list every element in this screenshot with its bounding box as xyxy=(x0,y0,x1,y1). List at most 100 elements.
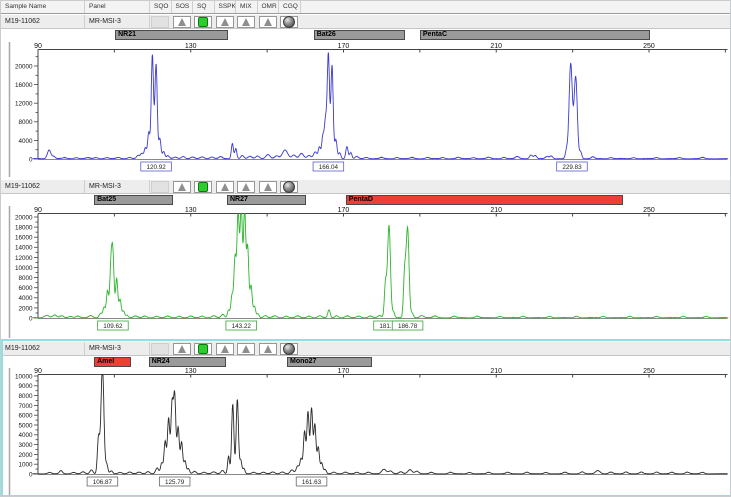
peak-label[interactable]: 106.87 xyxy=(87,477,118,486)
y-tick-label: 7000 xyxy=(18,403,33,410)
review-circle-icon xyxy=(283,181,295,193)
column-header-cgq[interactable]: CGQ xyxy=(279,1,301,13)
x-tick-label: 130 xyxy=(185,207,197,214)
sspk-flag-button[interactable] xyxy=(216,343,234,355)
warning-triangle-icon xyxy=(242,345,250,353)
pass-square-icon xyxy=(198,17,208,27)
sos-flag-button[interactable] xyxy=(173,343,191,355)
panel-name[interactable]: MR-MSI-3 xyxy=(85,180,150,193)
y-tick-label: 12000 xyxy=(15,255,33,262)
marker-label: Bat26 xyxy=(315,31,404,39)
omr-flag-button[interactable] xyxy=(259,16,277,28)
x-tick-label: 130 xyxy=(185,43,197,50)
marker-bar-bat26[interactable]: Bat26 xyxy=(314,30,405,40)
y-tick-label: 18000 xyxy=(15,225,33,232)
y-tick-label: 8000 xyxy=(18,119,33,126)
y-tick-label: 4000 xyxy=(18,432,33,439)
marker-row: NR21 Bat26 PentaC xyxy=(1,29,731,42)
y-tick-label: 10000 xyxy=(15,373,33,380)
sspk-flag-button[interactable] xyxy=(216,16,234,28)
sq-flag-button[interactable] xyxy=(194,181,212,193)
warning-triangle-icon xyxy=(221,345,229,353)
warning-triangle-icon xyxy=(242,183,250,191)
marker-bar-nr24[interactable]: NR24 xyxy=(149,357,226,367)
svg-text:109.62: 109.62 xyxy=(103,323,123,330)
sample-name[interactable]: M19-11062 xyxy=(1,180,85,193)
y-tick-label: 1000 xyxy=(18,462,33,469)
marker-bar-pentac[interactable]: PentaC xyxy=(420,30,651,40)
sample-row[interactable]: M19-11062 MR-MSI-3 xyxy=(1,341,731,356)
svg-text:143.22: 143.22 xyxy=(232,323,252,330)
y-tick-label: 2000 xyxy=(18,452,33,459)
column-header-sqo[interactable]: SQO xyxy=(150,1,172,13)
mix-flag-button[interactable] xyxy=(237,16,255,28)
warning-triangle-icon xyxy=(264,345,272,353)
marker-bar-mono27[interactable]: Mono27 xyxy=(287,357,372,367)
peak-label[interactable]: 143.22 xyxy=(226,321,257,330)
sqo-flag-empty xyxy=(151,343,169,355)
electropherogram-chart-blue[interactable]: 9013017021025004000800012000160002000012… xyxy=(1,42,731,177)
column-header-omr[interactable]: OMR xyxy=(258,1,280,13)
sample-name[interactable]: M19-11062 xyxy=(1,15,85,28)
column-header-sos[interactable]: SOS xyxy=(172,1,194,13)
sample-panel-green: M19-11062 MR-MSI-3 Bat25NR27PentaD 90130… xyxy=(1,179,731,338)
x-tick-label: 210 xyxy=(490,368,502,375)
marker-label: Bat25 xyxy=(95,196,172,204)
column-header-panel[interactable]: Panel xyxy=(85,1,150,13)
y-tick-label: 0 xyxy=(29,471,33,478)
cgq-flag-button[interactable] xyxy=(280,181,298,193)
marker-bar-pentad[interactable]: PentaD xyxy=(346,195,623,205)
sos-flag-button[interactable] xyxy=(173,16,191,28)
peak-label[interactable]: 125.79 xyxy=(159,477,190,486)
sspk-flag-button[interactable] xyxy=(216,181,234,193)
x-tick-label: 90 xyxy=(34,43,42,50)
y-tick-label: 6000 xyxy=(18,285,33,292)
omr-flag-button[interactable] xyxy=(259,343,277,355)
pass-square-icon xyxy=(198,344,208,354)
quality-flags xyxy=(150,15,301,28)
column-header-sample-name[interactable]: Sample Name xyxy=(1,1,85,13)
marker-bar-bat25[interactable]: Bat25 xyxy=(94,195,173,205)
x-tick-label: 130 xyxy=(185,368,197,375)
svg-text:186.78: 186.78 xyxy=(398,323,418,330)
marker-bar-amel[interactable]: Amel xyxy=(94,357,131,367)
y-tick-label: 12000 xyxy=(15,101,33,108)
omr-flag-button[interactable] xyxy=(259,181,277,193)
electropherogram-chart-black[interactable]: 9013017021025001000200030004000500060007… xyxy=(1,368,731,496)
peak-label[interactable]: 109.62 xyxy=(98,321,129,330)
sample-row[interactable]: M19-11062 MR-MSI-3 xyxy=(1,179,731,194)
peak-label[interactable]: 229.83 xyxy=(557,162,588,171)
svg-text:106.87: 106.87 xyxy=(93,479,113,486)
column-header-sq[interactable]: SQ xyxy=(193,1,215,13)
peak-label[interactable]: 166.04 xyxy=(313,162,344,171)
marker-bar-nr27[interactable]: NR27 xyxy=(227,195,306,205)
msi-analysis-window: Sample Name Panel SQO SOS SQ SSPK MIX OM… xyxy=(0,0,731,497)
cgq-flag-button[interactable] xyxy=(280,16,298,28)
y-tick-label: 8000 xyxy=(18,275,33,282)
marker-bar-nr21[interactable]: NR21 xyxy=(115,30,228,40)
sqo-flag-empty xyxy=(151,181,169,193)
sq-flag-button[interactable] xyxy=(194,343,212,355)
sample-name[interactable]: M19-11062 xyxy=(1,342,85,355)
sample-panel-black: M19-11062 MR-MSI-3 AmelNR24Mono27 901301… xyxy=(1,341,731,496)
x-tick-label: 210 xyxy=(490,207,502,214)
mix-flag-button[interactable] xyxy=(237,343,255,355)
cgq-flag-button[interactable] xyxy=(280,343,298,355)
electropherogram-chart-green[interactable]: 9013017021025002000400060008000100001200… xyxy=(1,206,731,338)
sos-flag-button[interactable] xyxy=(173,181,191,193)
peak-label[interactable]: 161.63 xyxy=(296,477,327,486)
panel-name[interactable]: MR-MSI-3 xyxy=(85,15,150,28)
warning-triangle-icon xyxy=(178,183,186,191)
mix-flag-button[interactable] xyxy=(237,181,255,193)
pass-square-icon xyxy=(198,182,208,192)
sq-flag-button[interactable] xyxy=(194,16,212,28)
y-tick-label: 3000 xyxy=(18,442,33,449)
peak-label[interactable]: 186.78 xyxy=(392,321,423,330)
peak-label[interactable]: 120.92 xyxy=(141,162,172,171)
panel-name[interactable]: MR-MSI-3 xyxy=(85,342,150,355)
marker-row: Amel NR24 Mono27 xyxy=(1,356,731,368)
column-header-mix[interactable]: MIX xyxy=(236,1,258,13)
sample-row[interactable]: M19-11062 MR-MSI-3 xyxy=(1,14,731,29)
column-header-sspk[interactable]: SSPK xyxy=(215,1,237,13)
svg-text:125.79: 125.79 xyxy=(165,479,185,486)
